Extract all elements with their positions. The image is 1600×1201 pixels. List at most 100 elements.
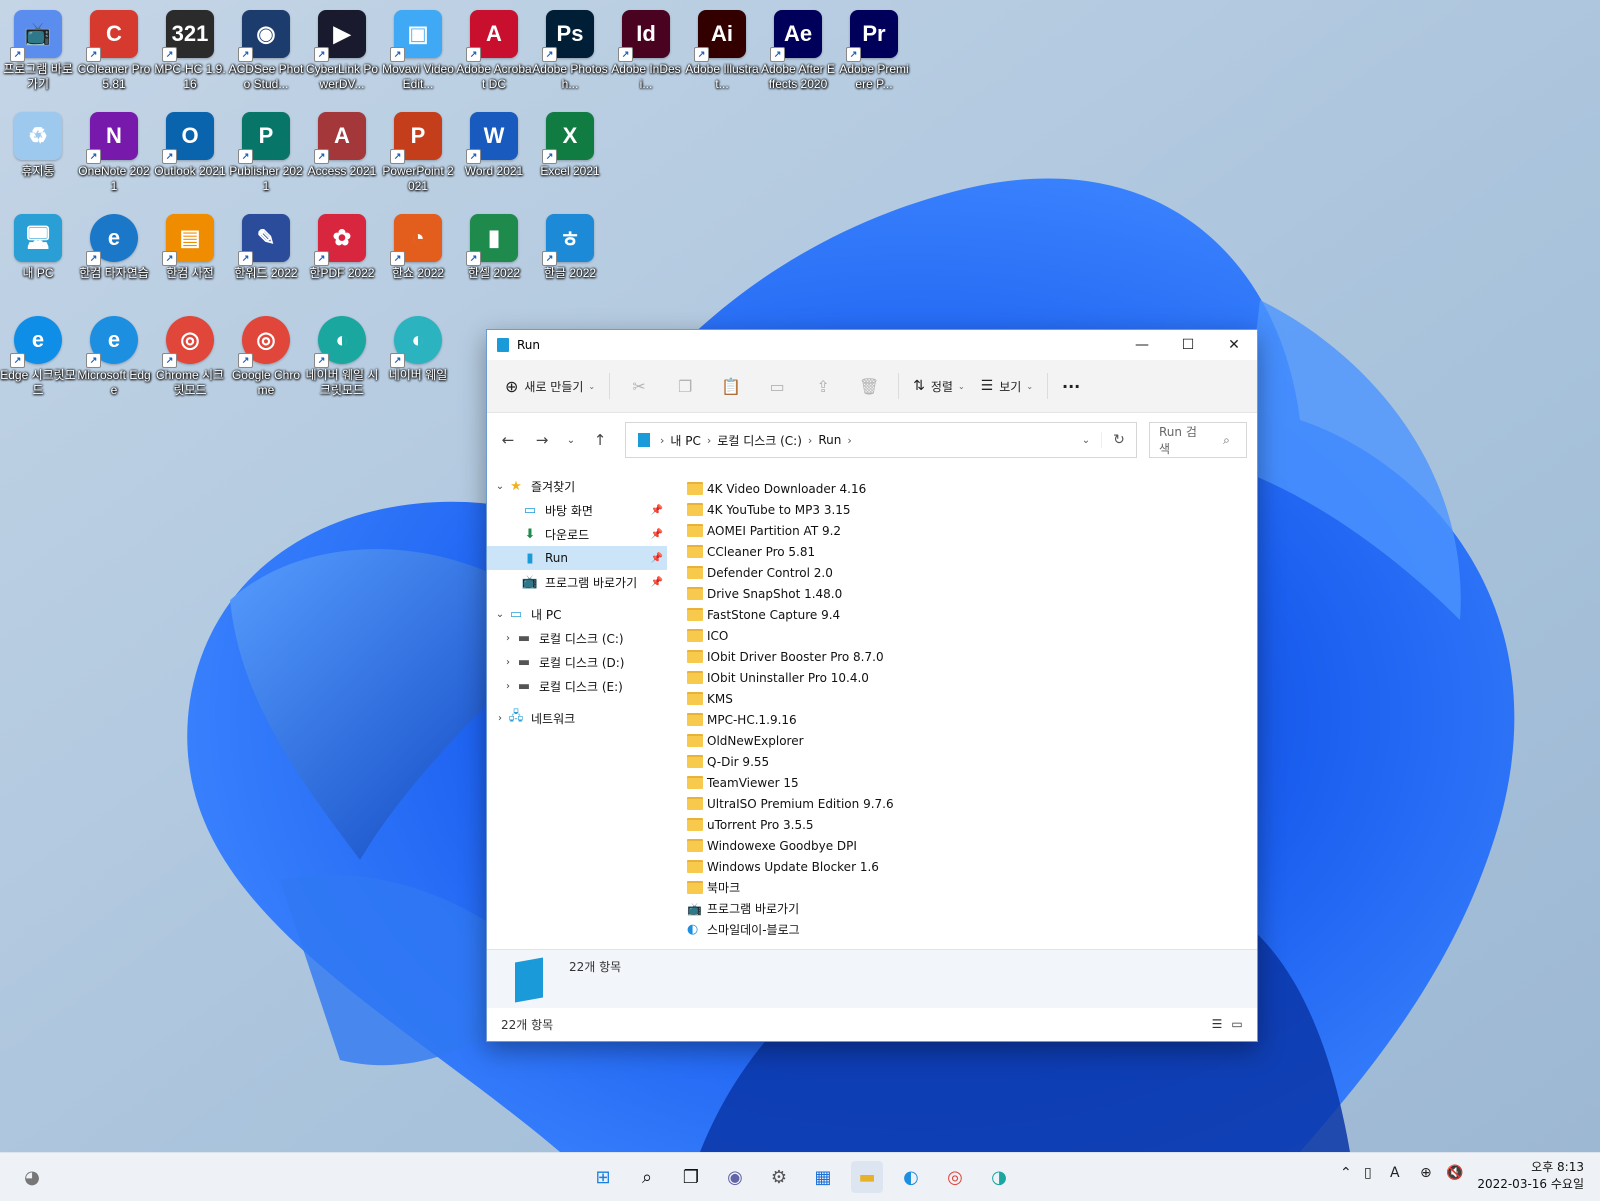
refresh-icon[interactable]: ↻ — [1101, 432, 1136, 448]
file-explorer-icon[interactable]: ▬ — [851, 1161, 883, 1193]
chevron-down-icon[interactable]: ⌄ — [493, 481, 507, 492]
file-list-item[interactable]: Windows Update Blocker 1.6 — [687, 856, 1257, 877]
file-list-item[interactable]: Drive SnapShot 1.48.0 — [687, 583, 1257, 604]
desktop-shortcut[interactable]: ◐ ↗ 네이버 웨일 시크릿모드 — [304, 312, 380, 398]
file-list-item[interactable]: TeamViewer 15 — [687, 772, 1257, 793]
file-explorer-window[interactable]: Run — ☐ ✕ ⊕ 새로 만들기 ⌄ ✂ ❐ 📋 ▭ ⇪ 🗑 ⇅ 정렬 ⌄ … — [486, 329, 1258, 1042]
breadcrumb-local-disk-c[interactable]: 로컬 디스크 (C:) — [717, 432, 802, 449]
usb-device-icon[interactable]: ▯ — [1364, 1165, 1372, 1181]
desktop-shortcut[interactable]: A ↗ Access 2021 — [304, 108, 380, 179]
file-list-item[interactable]: 4K Video Downloader 4.16 — [687, 478, 1257, 499]
microsoft-store-icon[interactable]: ▦ — [807, 1161, 839, 1193]
desktop-shortcut[interactable]: ▮ ↗ 한셀 2022 — [456, 210, 532, 281]
desktop-shortcut[interactable]: ㅎ ↗ 한글 2022 — [532, 210, 608, 281]
new-button[interactable]: ⊕ 새로 만들기 ⌄ — [497, 369, 603, 403]
desktop-shortcut[interactable]: ◐ ↗ 네이버 웨일 — [380, 312, 456, 383]
nav-favorite-item[interactable]: 📺 프로그램 바로가기 📌 — [487, 570, 667, 594]
file-list-item[interactable]: 4K YouTube to MP3 3.15 — [687, 499, 1257, 520]
copy-icon[interactable]: ❐ — [662, 369, 708, 403]
file-list-item[interactable]: Windowexe Goodbye DPI — [687, 835, 1257, 856]
rename-icon[interactable]: ▭ — [754, 369, 800, 403]
nav-drive-item[interactable]: › ▬ 로컬 디스크 (D:) — [487, 650, 667, 674]
desktop-shortcut[interactable]: ✎ ↗ 한워드 2022 — [228, 210, 304, 281]
desktop-shortcut[interactable]: e ↗ Edge 시크릿모드 — [0, 312, 76, 398]
desktop-shortcut[interactable]: ▤ ↗ 한컴 사전 — [152, 210, 228, 281]
desktop-shortcut[interactable]: ◎ ↗ Google Chrome — [228, 312, 304, 398]
address-dropdown-icon[interactable]: ⌄ — [1071, 435, 1101, 446]
teams-chat-icon[interactable]: ◉ — [719, 1161, 751, 1193]
file-list-item[interactable]: uTorrent Pro 3.5.5 — [687, 814, 1257, 835]
desktop-shortcut[interactable]: ◔ ↗ 한쇼 2022 — [380, 210, 456, 281]
nav-drive-item[interactable]: › ▬ 로컬 디스크 (C:) — [487, 626, 667, 650]
desktop-shortcut[interactable]: N ↗ OneNote 2021 — [76, 108, 152, 194]
search-input[interactable]: Run 검색 ⌕ — [1149, 422, 1247, 458]
maximize-button[interactable]: ☐ — [1165, 330, 1211, 360]
nav-favorite-item[interactable]: ▭ 바탕 화면 📌 — [487, 498, 667, 522]
desktop-shortcut[interactable]: Id ↗ Adobe InDesi... — [608, 6, 684, 92]
more-options-button[interactable]: ··· — [1054, 369, 1088, 403]
nav-this-pc[interactable]: ⌄ ▭ 내 PC — [487, 602, 667, 626]
task-view-icon[interactable]: ❐ — [675, 1161, 707, 1193]
desktop-shortcut[interactable]: ▣ ↗ Movavi Video Edit... — [380, 6, 456, 92]
delete-icon[interactable]: 🗑 — [846, 369, 892, 403]
desktop-shortcut[interactable]: e ↗ Microsoft Edge — [76, 312, 152, 398]
forward-arrow-icon[interactable]: → — [525, 431, 559, 449]
start-button[interactable]: ⊞ — [587, 1161, 619, 1193]
file-list-item[interactable]: CCleaner Pro 5.81 — [687, 541, 1257, 562]
nav-favorite-item[interactable]: ▮ Run 📌 — [487, 546, 667, 570]
desktop-shortcut[interactable]: A ↗ Adobe Acrobat DC — [456, 6, 532, 92]
desktop-shortcut[interactable]: ▶ ↗ CyberLink PowerDV... — [304, 6, 380, 92]
desktop-shortcut[interactable]: 321 ↗ MPC-HC 1.9.16 — [152, 6, 228, 92]
details-view-icon[interactable]: ☰ — [1207, 1017, 1227, 1031]
file-list-item[interactable]: OldNewExplorer — [687, 730, 1257, 751]
file-list-item[interactable]: IObit Uninstaller Pro 10.4.0 — [687, 667, 1257, 688]
desktop-shortcut[interactable]: O ↗ Outlook 2021 — [152, 108, 228, 179]
whale-icon[interactable]: ◑ — [983, 1161, 1015, 1193]
desktop-shortcut[interactable]: ✿ ↗ 한PDF 2022 — [304, 210, 380, 281]
up-arrow-icon[interactable]: ↑ — [583, 431, 617, 449]
chevron-right-icon[interactable]: › — [501, 657, 515, 668]
nav-favorite-item[interactable]: ⬇ 다운로드 📌 — [487, 522, 667, 546]
desktop-shortcut[interactable]: W ↗ Word 2021 — [456, 108, 532, 179]
desktop-shortcut[interactable]: P ↗ PowerPoint 2021 — [380, 108, 456, 194]
sort-button[interactable]: ⇅ 정렬 ⌄ — [905, 369, 973, 403]
back-arrow-icon[interactable]: ← — [491, 431, 525, 449]
cut-icon[interactable]: ✂ — [616, 369, 662, 403]
file-list-item[interactable]: ◐ 스마일데이-블로그 — [687, 919, 1257, 940]
file-list-item[interactable]: UltraISO Premium Edition 9.7.6 — [687, 793, 1257, 814]
nav-favorites[interactable]: ⌄ ★ 즐겨찾기 — [487, 474, 667, 498]
volume-muted-icon[interactable]: 🔇 — [1446, 1165, 1463, 1181]
search-icon[interactable]: ⌕ — [631, 1161, 663, 1193]
file-list-item[interactable]: IObit Driver Booster Pro 8.7.0 — [687, 646, 1257, 667]
chevron-down-icon[interactable]: ⌄ — [493, 609, 507, 620]
address-bar[interactable]: › 내 PC › 로컬 디스크 (C:) › Run › ⌄ ↻ — [625, 422, 1137, 458]
desktop-shortcut[interactable]: 📺 ↗ 프로그램 바로가기 — [0, 6, 76, 92]
input-method-icon[interactable]: A — [1390, 1165, 1400, 1181]
desktop-shortcut[interactable]: Ai ↗ Adobe Illustrat... — [684, 6, 760, 92]
desktop-shortcut[interactable]: Ae ↗ Adobe After Effects 2020 — [760, 6, 836, 92]
recent-locations-icon[interactable]: ⌄ — [559, 435, 583, 446]
close-button[interactable]: ✕ — [1211, 330, 1257, 360]
file-list-item[interactable]: FastStone Capture 9.4 — [687, 604, 1257, 625]
share-icon[interactable]: ⇪ — [800, 369, 846, 403]
view-button[interactable]: ☰ 보기 ⌄ — [973, 369, 1041, 403]
desktop-shortcut[interactable]: ♻ 휴지통 — [0, 108, 76, 179]
chevron-right-icon[interactable]: › — [501, 633, 515, 644]
settings-gear-icon[interactable]: ⚙ — [763, 1161, 795, 1193]
file-list-item[interactable]: KMS — [687, 688, 1257, 709]
desktop-shortcut[interactable]: e ↗ 한컴 타자연습 — [76, 210, 152, 281]
breadcrumb-run[interactable]: Run — [818, 433, 841, 447]
file-list-item[interactable]: 북마크 — [687, 877, 1257, 898]
desktop-shortcut[interactable]: Pr ↗ Adobe Premiere P... — [836, 6, 912, 92]
widgets-icon[interactable]: ◕ — [16, 1161, 48, 1193]
file-list-item[interactable]: AOMEI Partition AT 9.2 — [687, 520, 1257, 541]
desktop-shortcut[interactable]: ◎ ↗ Chrome 시크릿모드 — [152, 312, 228, 398]
desktop-shortcut[interactable]: P ↗ Publisher 2021 — [228, 108, 304, 194]
desktop-shortcut[interactable]: Ps ↗ Adobe Photosh... — [532, 6, 608, 92]
file-list-item[interactable]: 📺 프로그램 바로가기 — [687, 898, 1257, 919]
large-icons-view-icon[interactable]: ▭ — [1227, 1017, 1247, 1031]
network-globe-icon[interactable]: ⊕ — [1420, 1165, 1432, 1181]
desktop-shortcut[interactable]: 🖥 내 PC — [0, 210, 76, 281]
nav-drive-item[interactable]: › ▬ 로컬 디스크 (E:) — [487, 674, 667, 698]
desktop-shortcut[interactable]: C ↗ CCleaner Pro 5.81 — [76, 6, 152, 92]
